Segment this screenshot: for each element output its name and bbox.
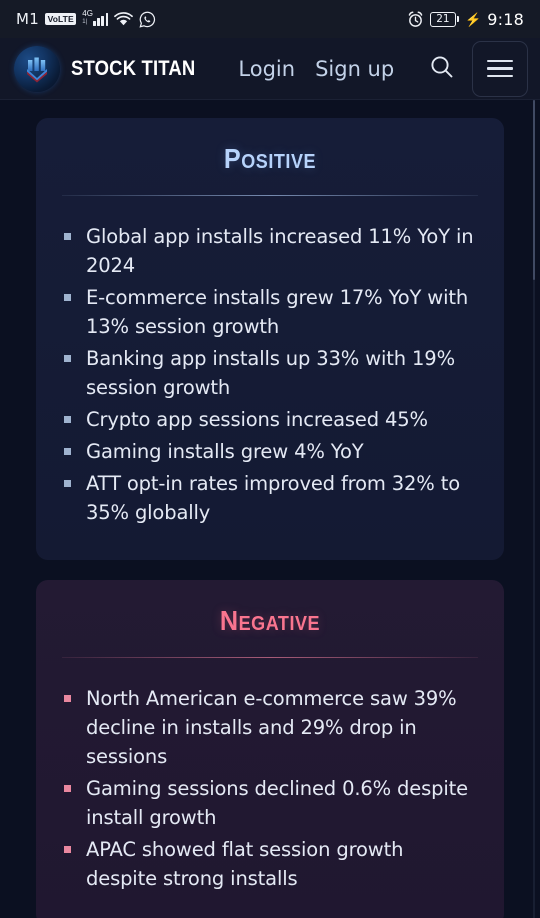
hamburger-menu-icon-line2 <box>487 67 513 70</box>
battery-level-label: 21 <box>429 11 456 27</box>
site-header: STOCK TITAN Login Sign up <box>0 38 540 100</box>
list-item: Gaming installs grew 4% YoY <box>62 437 478 466</box>
signup-link[interactable]: Sign up <box>315 57 394 81</box>
list-item: APAC showed flat session growth despite … <box>62 835 478 893</box>
signal-strength-icon: 4G 1| <box>82 8 109 26</box>
status-bar-right: 21 ⚡ 9:18 <box>407 10 524 29</box>
stock-titan-logo-icon <box>14 45 60 92</box>
positive-card-divider <box>62 194 478 196</box>
status-bar-left: M1 VoLTE 4G 1| <box>16 8 156 28</box>
negative-bullet-list: North American e-commerce saw 39% declin… <box>62 684 478 893</box>
scrollbar-thumb[interactable] <box>533 100 535 280</box>
brand-title: STOCK TITAN <box>71 56 196 80</box>
list-item: ATT opt-in rates improved from 32% to 35… <box>62 469 478 527</box>
negative-card: Negative North American e-commerce saw 3… <box>36 579 504 918</box>
network-type-label: 4G <box>82 8 93 18</box>
list-item: Gaming sessions declined 0.6% despite in… <box>62 774 478 832</box>
status-bar: M1 VoLTE 4G 1| 21 ⚡ 9:18 <box>0 0 540 38</box>
list-item: Global app installs increased 11% YoY in… <box>62 222 478 280</box>
list-item: Banking app installs up 33% with 19% ses… <box>62 344 478 402</box>
app-root: M1 VoLTE 4G 1| 21 ⚡ 9:18 STOCK TITAN Log… <box>0 0 540 918</box>
list-item: E-commerce installs grew 17% YoY with 13… <box>62 283 478 341</box>
list-item: North American e-commerce saw 39% declin… <box>62 684 478 771</box>
battery-indicator: 21 <box>429 11 460 27</box>
positive-bullet-list: Global app installs increased 11% YoY in… <box>62 222 478 527</box>
search-button[interactable] <box>422 49 462 89</box>
page-content: Positive Global app installs increased 1… <box>0 100 540 918</box>
hamburger-menu-icon <box>487 59 513 63</box>
login-link[interactable]: Login <box>238 57 295 81</box>
whatsapp-icon <box>139 11 156 28</box>
main-nav: Login Sign up <box>238 57 394 81</box>
network-sub-label: 1| <box>82 18 88 25</box>
positive-card-title: Positive <box>223 143 317 174</box>
clock-label: 9:18 <box>487 9 524 29</box>
carrier-label: M1 <box>16 10 40 28</box>
signal-bars-icon <box>93 12 109 26</box>
negative-card-divider <box>62 656 478 658</box>
search-icon <box>427 52 457 85</box>
wifi-icon <box>114 11 133 27</box>
hamburger-menu-button[interactable] <box>472 40 528 97</box>
negative-card-title: Negative <box>219 604 321 636</box>
volte-badge: VoLTE <box>45 13 77 25</box>
hamburger-menu-icon-line3 <box>487 74 513 78</box>
alarm-icon <box>407 10 424 28</box>
positive-card: Positive Global app installs increased 1… <box>36 118 504 560</box>
header-actions <box>422 40 528 97</box>
list-item: Crypto app sessions increased 45% <box>62 405 478 434</box>
brand-home-link[interactable]: STOCK TITAN <box>14 45 212 92</box>
battery-cap <box>457 16 460 22</box>
lightning-bolt-icon: ⚡ <box>465 11 482 27</box>
